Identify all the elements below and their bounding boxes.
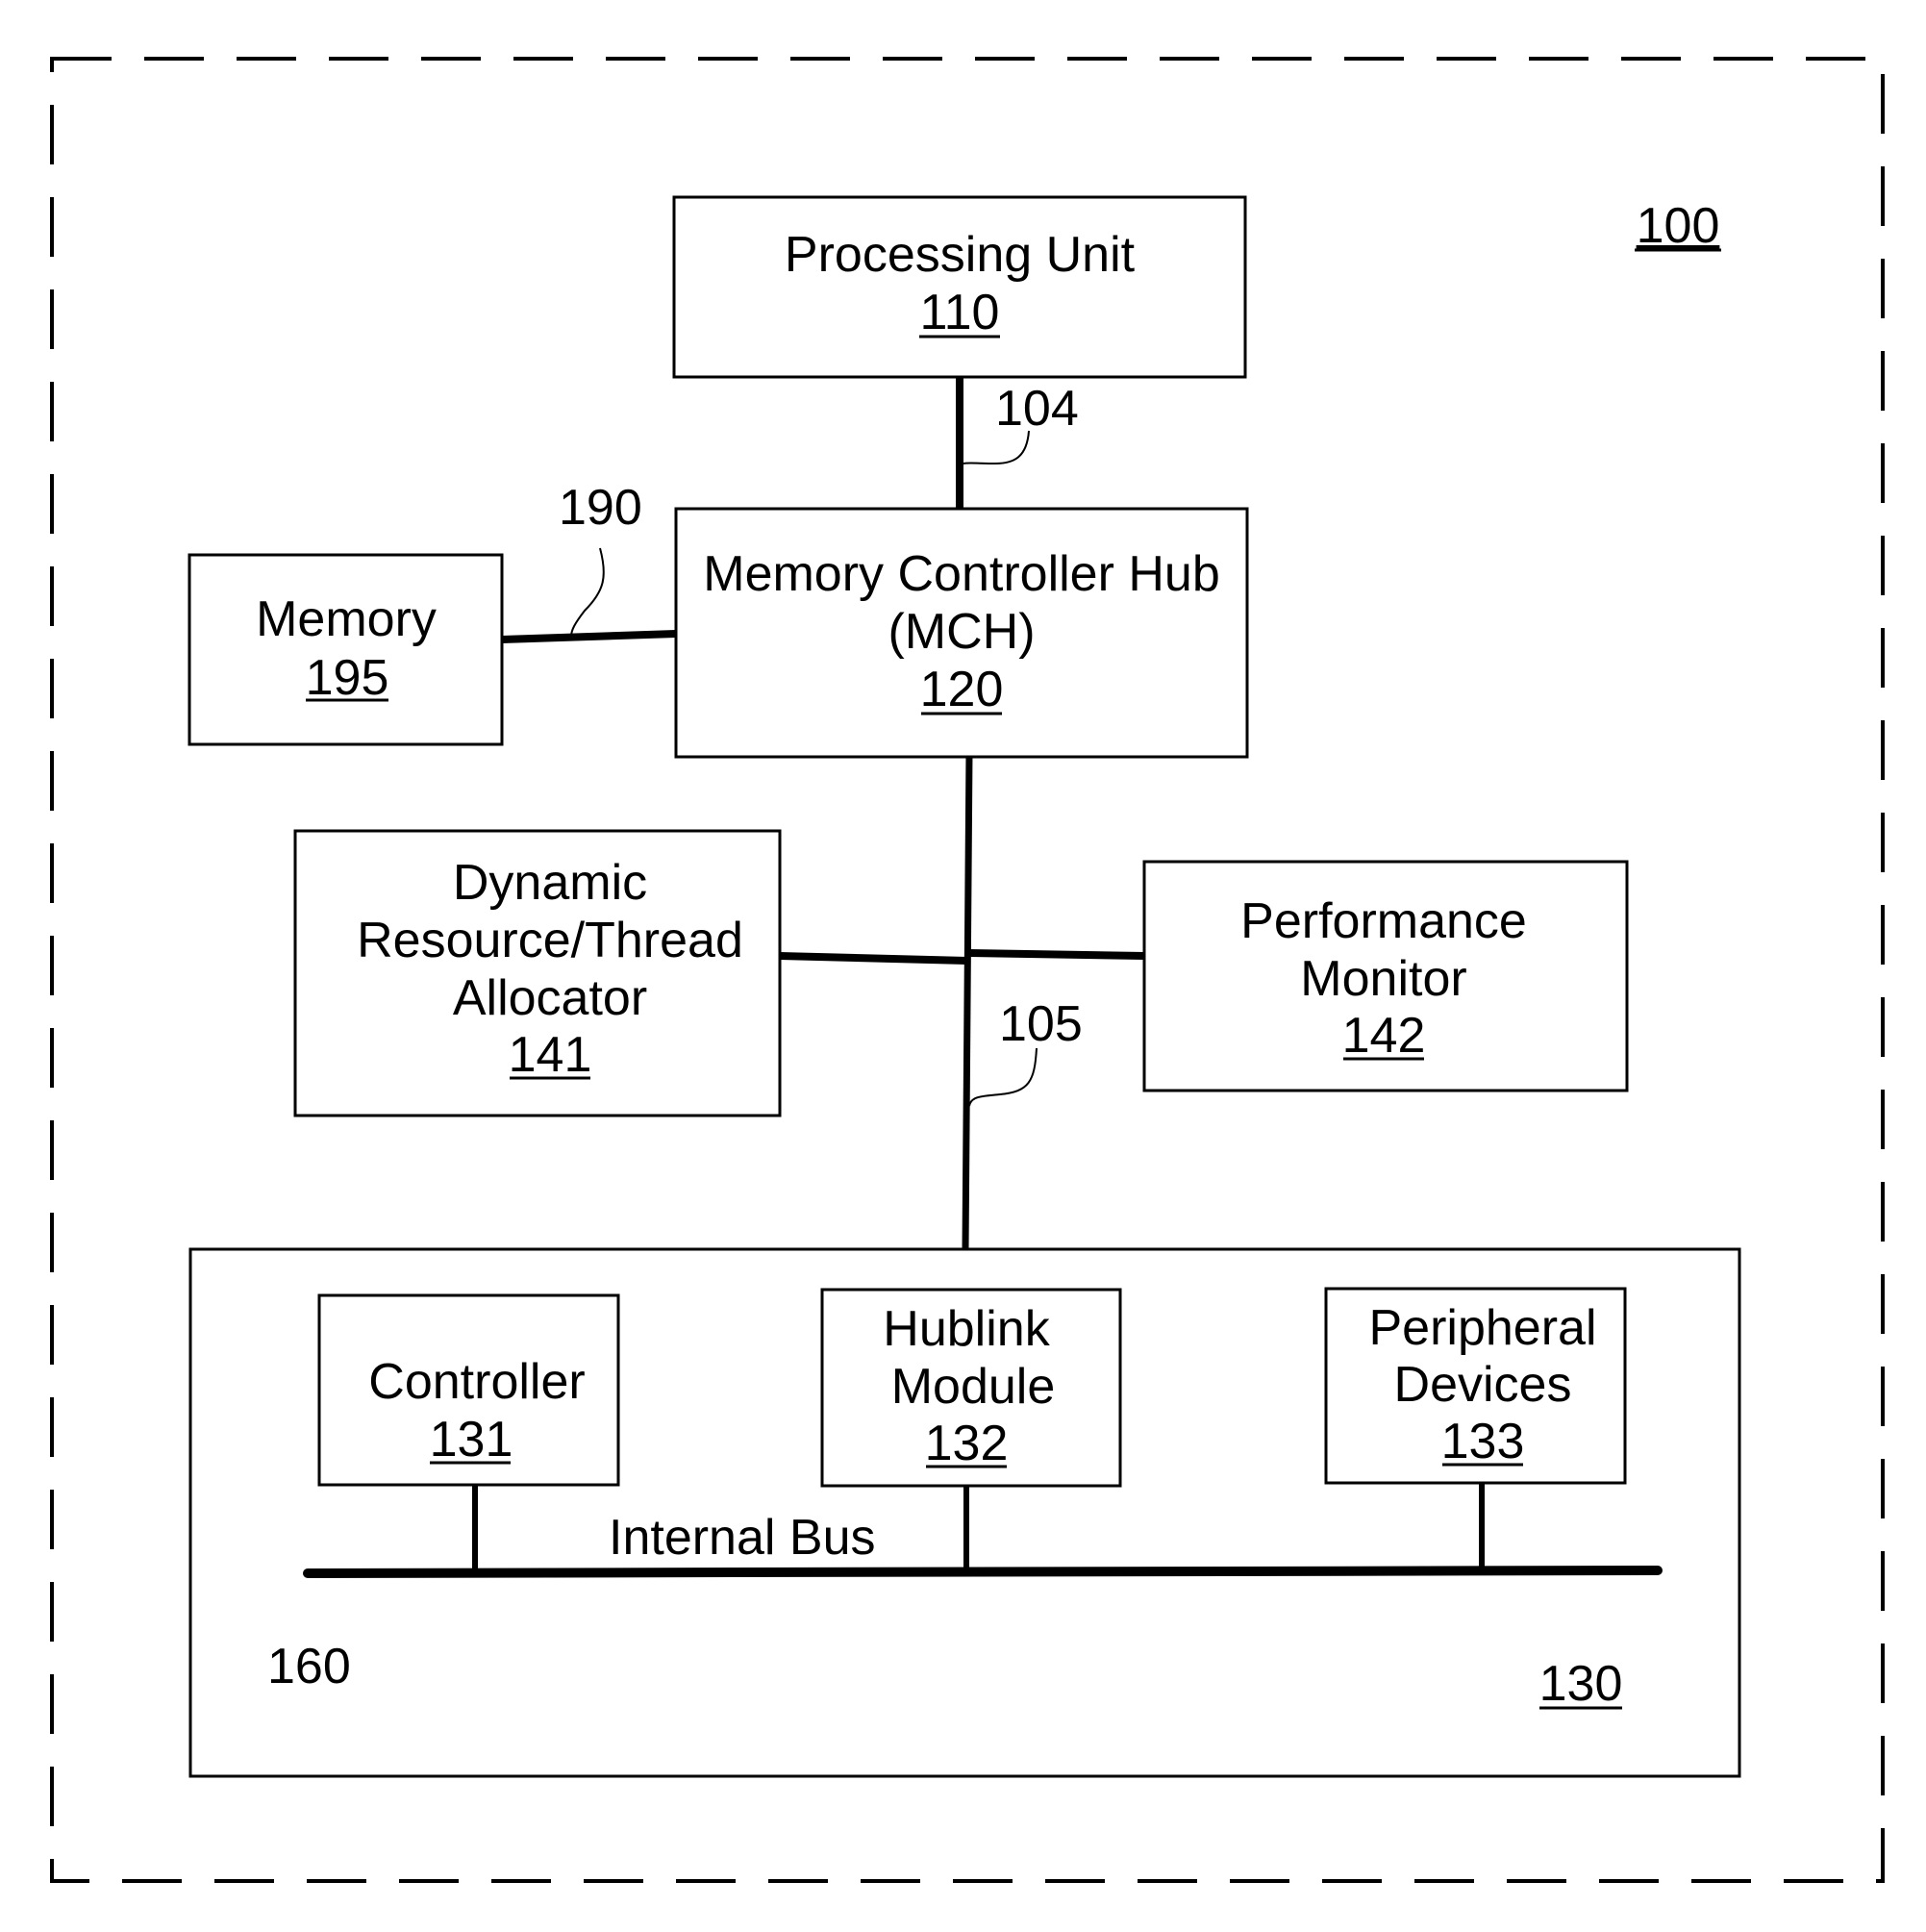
allocator-ref: 141 <box>509 1027 592 1083</box>
controller-label: Controller <box>368 1354 585 1410</box>
mch-label-line1: Memory Controller Hub <box>703 546 1220 602</box>
hublink-label-line1: Hublink <box>883 1301 1050 1357</box>
internal-bus-line <box>303 1566 1663 1578</box>
allocator-label-line2: Resource/Thread <box>357 913 743 968</box>
mch-block: Memory Controller Hub (MCH) 120 <box>674 507 1249 759</box>
perf-monitor-label-line1: Performance <box>1240 893 1527 949</box>
perf-monitor-label-line2: Monitor <box>1300 951 1466 1007</box>
allocator-block: Dynamic Resource/Thread Allocator 141 <box>293 829 782 1117</box>
link-ref-190: 190 <box>559 480 642 536</box>
memory-ref: 195 <box>306 650 389 706</box>
io-hub-ref: 130 <box>1539 1656 1623 1712</box>
peripheral-block: Peripheral Devices 133 <box>1324 1287 1627 1485</box>
allocator-label-line3: Allocator <box>453 970 647 1026</box>
processing-unit-block: Processing Unit 110 <box>672 195 1247 379</box>
peripheral-label-line2: Devices <box>1394 1357 1572 1413</box>
memory-block: Memory 195 <box>188 553 504 746</box>
processing-unit-label: Processing Unit <box>785 227 1136 283</box>
allocator-label-line1: Dynamic <box>453 855 647 911</box>
hublink-label-line2: Module <box>891 1359 1056 1415</box>
link-mch-memory <box>501 630 677 643</box>
controller-ref: 131 <box>430 1412 513 1468</box>
controller-block: Controller 131 <box>317 1293 620 1487</box>
link-perf-monitor <box>966 949 1145 960</box>
mch-ref: 120 <box>920 662 1004 717</box>
link-ref-105: 105 <box>999 996 1083 1052</box>
link-mch-io <box>962 751 973 1250</box>
link-ref-104: 104 <box>995 381 1079 437</box>
system-ref: 100 <box>1637 198 1720 254</box>
internal-bus-label: Internal Bus <box>609 1510 876 1566</box>
memory-label: Memory <box>256 591 437 647</box>
hublink-ref: 132 <box>925 1416 1009 1471</box>
perf-monitor-block: Performance Monitor 142 <box>1142 860 1629 1092</box>
leader-105 <box>968 1047 1038 1107</box>
hublink-block: Hublink Module 132 <box>820 1288 1122 1488</box>
internal-bus-ref: 160 <box>267 1639 351 1694</box>
peripheral-ref: 133 <box>1441 1414 1525 1469</box>
link-allocator <box>779 952 968 965</box>
leader-190 <box>570 547 605 638</box>
perf-monitor-ref: 142 <box>1342 1008 1426 1064</box>
processing-unit-ref: 110 <box>920 285 1000 340</box>
mch-label-line2: (MCH) <box>888 604 1035 660</box>
peripheral-label-line1: Peripheral <box>1368 1300 1596 1356</box>
system-block-diagram: 100 104 190 105 Processing Unit 110 Memo… <box>50 57 1885 1883</box>
